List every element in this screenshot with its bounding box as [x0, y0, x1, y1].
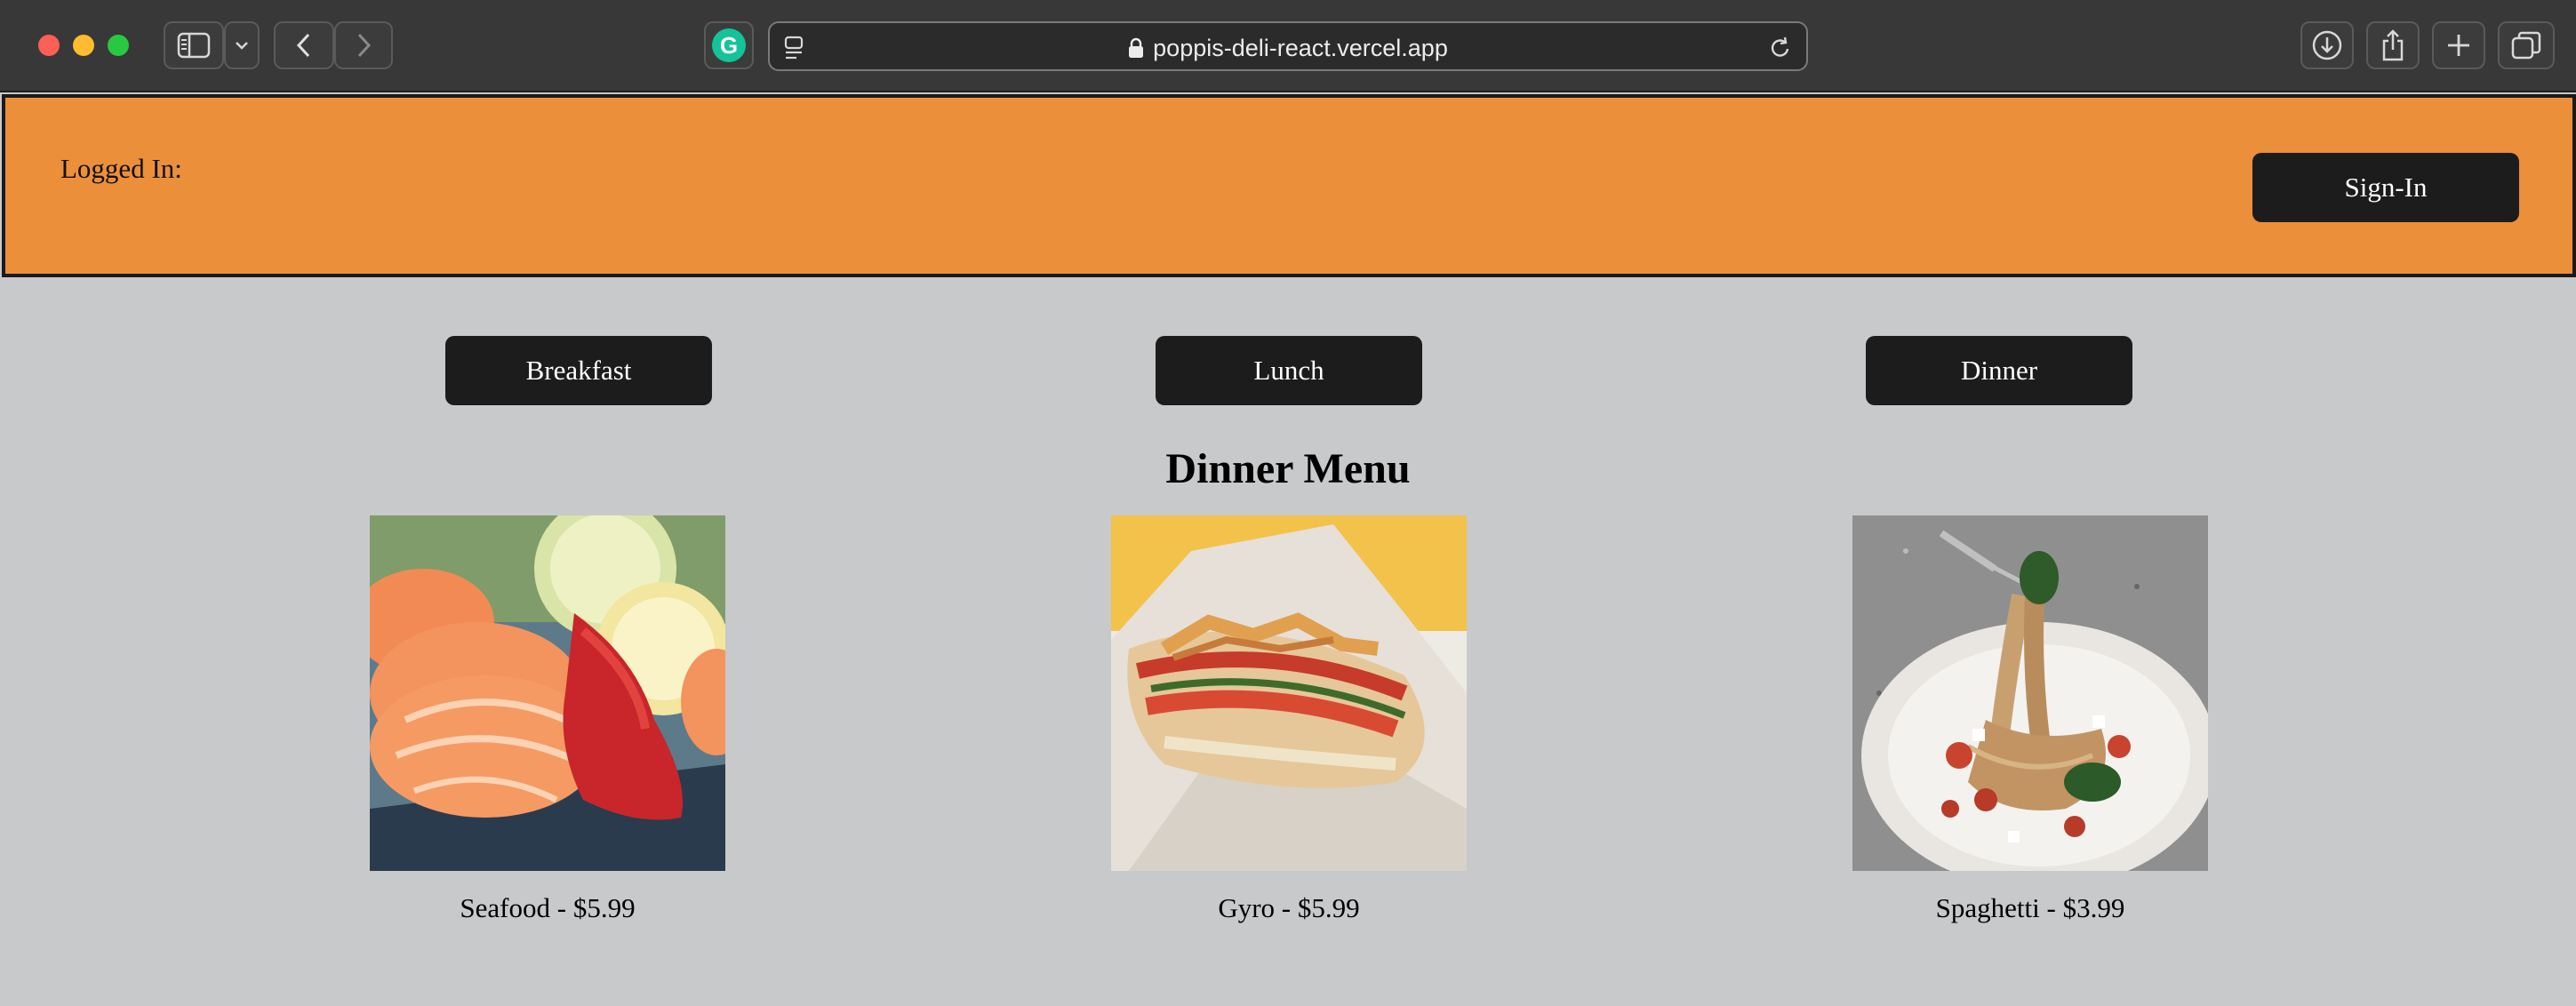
tab-breakfast[interactable]: Breakfast [445, 336, 712, 405]
grammarly-extension-button[interactable]: G [704, 21, 754, 69]
spaghetti-image [1852, 515, 2208, 871]
chevron-right-icon [357, 33, 372, 58]
back-button[interactable] [274, 21, 334, 69]
close-window-button[interactable] [38, 35, 60, 56]
sign-in-button[interactable]: Sign-In [2252, 153, 2519, 222]
share-button[interactable] [2366, 21, 2420, 69]
tab-overview-button[interactable] [2498, 21, 2555, 69]
lock-icon [1129, 37, 1144, 58]
plus-icon [2448, 35, 2469, 56]
url-text: poppis-deli-react.vercel.app [1153, 35, 1448, 61]
share-icon [2382, 29, 2404, 61]
sidebar-toggle-button[interactable] [164, 21, 224, 69]
url-display: poppis-deli-react.vercel.app [770, 35, 1806, 62]
chevron-down-icon [236, 42, 248, 50]
new-tab-button[interactable] [2432, 21, 2485, 69]
browser-toolbar: G poppis-deli-react.vercel.app [0, 0, 2576, 92]
maximize-window-button[interactable] [108, 35, 129, 56]
menu-item: Spaghetti - $3.99 [1852, 515, 2208, 923]
tab-dinner[interactable]: Dinner [1866, 336, 2132, 405]
reload-icon[interactable] [1769, 36, 1792, 60]
tab-group-dropdown-button[interactable] [224, 21, 260, 69]
logged-in-label: Logged In: [60, 153, 182, 184]
download-icon [2312, 30, 2342, 60]
dish-caption: Seafood - $5.99 [460, 892, 636, 923]
forward-button[interactable] [334, 21, 393, 69]
grammarly-icon: G [712, 28, 746, 62]
menu-title: Dinner Menu [1165, 445, 1411, 492]
minimize-window-button[interactable] [73, 35, 94, 56]
sidebar-icon [177, 32, 211, 59]
dish-caption: Spaghetti - $3.99 [1935, 892, 2125, 923]
menu-item: Gyro - $5.99 [1111, 515, 1467, 923]
seafood-image [370, 515, 725, 871]
gyro-image [1111, 515, 1467, 871]
chevron-left-icon [296, 33, 310, 58]
site-header: Logged In: Sign-In [2, 94, 2576, 277]
tab-lunch[interactable]: Lunch [1156, 336, 1422, 405]
dish-caption: Gyro - $5.99 [1218, 892, 1360, 923]
address-bar[interactable]: poppis-deli-react.vercel.app [768, 21, 1808, 71]
tabs-icon [2511, 31, 2541, 60]
downloads-button[interactable] [2300, 21, 2354, 69]
menu-item: Seafood - $5.99 [370, 515, 725, 923]
